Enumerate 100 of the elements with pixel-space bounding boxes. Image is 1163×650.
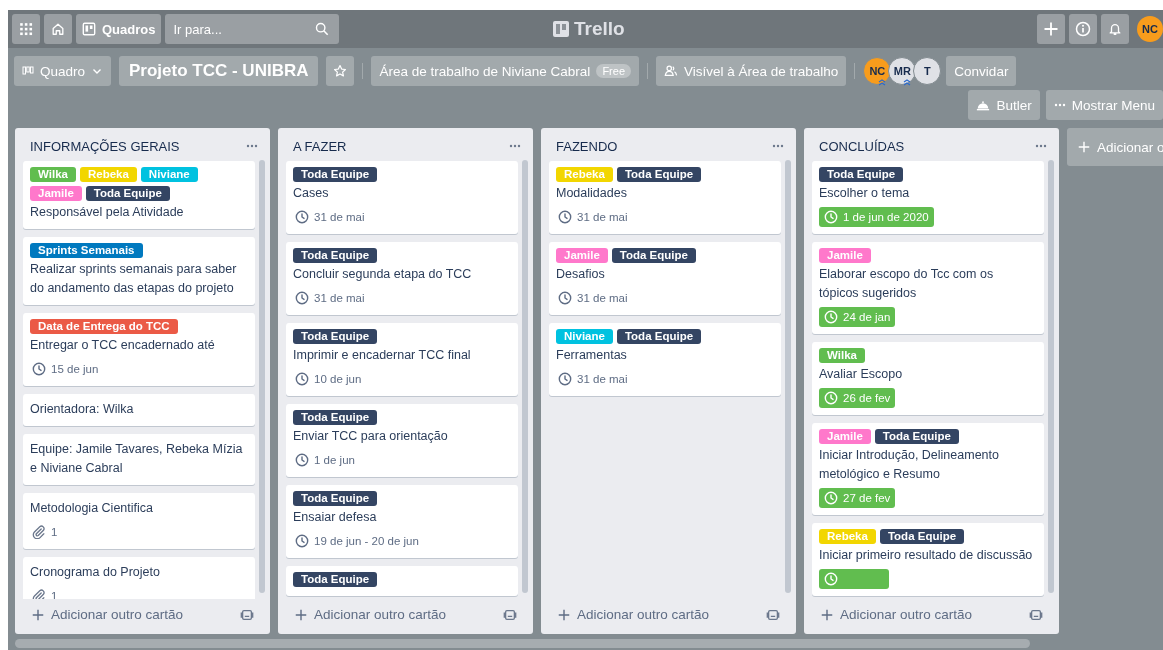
card[interactable]: Data de Entrega do TCC Entregar o TCC encadernado até 15 de jun <box>23 313 255 386</box>
create-button[interactable] <box>1037 14 1065 44</box>
add-card-button[interactable]: Adicionar outro cartão <box>555 605 712 624</box>
card-title: Cronograma do Projeto <box>30 564 161 581</box>
card[interactable]: Orientadora: Wilka <box>23 394 255 426</box>
card-label: Toda Equipe <box>293 167 378 182</box>
notifications-button[interactable] <box>1101 14 1129 44</box>
grid-icon <box>19 22 33 36</box>
apps-button[interactable] <box>12 14 40 44</box>
due-date-badge: 26 de fev <box>819 388 896 408</box>
card[interactable]: Jamile Toda Equipe Desafios 31 de mai <box>549 242 781 315</box>
card[interactable]: Rebeka Toda Equipe Iniciar primeiro resultado de discussão <box>812 523 1044 596</box>
member-avatar[interactable]: NC <box>863 57 892 85</box>
card-title: Iniciar Introdução, Delineamento metológico e Resumo <box>819 447 1000 483</box>
card-title: Escolher o tema <box>819 185 911 202</box>
logo-wordmark: Trello <box>574 18 625 40</box>
card-label: Wilka <box>30 167 76 182</box>
list-title[interactable]: INFORMAÇÕES GERAIS <box>30 138 180 154</box>
paperclip-icon <box>32 525 46 539</box>
clock-icon <box>824 310 838 324</box>
add-card-button[interactable]: Adicionar outro cartão <box>292 605 449 624</box>
plus-icon <box>1077 140 1091 154</box>
due-date: 31 de mai <box>556 207 630 227</box>
list-title[interactable]: A FAZER <box>293 138 347 154</box>
card-title: Ferramentas <box>556 347 628 364</box>
clock-icon <box>824 210 838 224</box>
card-label: Toda Equipe <box>293 491 378 506</box>
card-title: Orientadora: Wilka <box>30 401 135 418</box>
admin-chevron-icon <box>903 78 912 86</box>
clock-icon <box>32 362 46 376</box>
card-title: Modalidades <box>556 185 628 202</box>
plus-icon <box>31 607 45 622</box>
due-date: 10 de jun <box>293 369 364 389</box>
card-title: Desafios <box>556 266 606 283</box>
list-title[interactable]: FAZENDO <box>556 138 618 154</box>
card-title: Elaborar escopo do Tcc com os tópicos sugeridos <box>819 266 995 302</box>
card[interactable]: Wilka Avaliar Escopo 26 de fev <box>812 342 1044 415</box>
card-label: Toda Equipe <box>819 167 904 182</box>
info-icon <box>1075 21 1091 37</box>
clock-icon <box>824 391 838 405</box>
card[interactable]: Rebeka Toda Equipe Modalidades 31 de mai <box>549 161 781 234</box>
clock-icon <box>558 372 572 386</box>
card-title: Equipe: Jamile Tavares, Rebeka Mízia e Niviane Cabral <box>30 441 244 477</box>
card[interactable]: Wilka Rebeka Niviane Jamile Toda Equipe Responsável pela Atividade <box>23 161 255 229</box>
card[interactable]: Toda Equipe Imprimir e encadernar TCC final 10 de jun <box>286 323 518 396</box>
trello-logo[interactable]: Trello <box>553 18 625 40</box>
card[interactable]: Jamile Elaborar escopo do Tcc com os tópicos sugeridos 24 de jan <box>812 242 1044 334</box>
card-label: Niviane <box>556 329 613 344</box>
card[interactable]: Toda Equipe Escolher o tema 1 de jun de 2020 <box>812 161 1044 234</box>
card[interactable]: Jamile Toda Equipe Iniciar Introdução, Delineamento metológico e Resumo 27 de fev <box>812 423 1044 515</box>
home-button[interactable] <box>44 14 72 44</box>
due-date: 31 de mai <box>293 288 367 308</box>
card[interactable]: Niviane Toda Equipe Ferramentas 31 de mai <box>549 323 781 396</box>
card-label: Toda Equipe <box>879 529 965 544</box>
card[interactable]: Toda Equipe <box>286 566 518 596</box>
star-icon <box>333 64 348 78</box>
card[interactable]: Toda Equipe Enviar TCC para orientação 1 de jun <box>286 404 518 477</box>
add-card-button[interactable]: Adicionar outro cartão <box>818 605 975 624</box>
card-label: Jamile <box>819 248 871 263</box>
card-label: Rebeka <box>79 167 137 182</box>
card-label: Toda Equipe <box>874 429 959 444</box>
clock-icon <box>824 491 838 505</box>
scrollbar[interactable] <box>522 160 528 593</box>
card-label: Toda Equipe <box>616 167 702 182</box>
member-avatar[interactable]: T <box>913 57 942 85</box>
card[interactable]: Toda Equipe Cases 31 de mai <box>286 161 518 234</box>
due-date: 31 de mai <box>293 207 367 227</box>
card-label: Toda Equipe <box>293 329 378 344</box>
plus-icon <box>557 607 571 622</box>
card-label: Sprints Semanais <box>30 243 143 258</box>
card-label: Toda Equipe <box>293 248 378 263</box>
search-icon <box>315 22 330 36</box>
scrollbar[interactable] <box>785 160 791 593</box>
clock-icon <box>295 453 309 467</box>
list-title[interactable]: CONCLUÍDAS <box>819 138 905 154</box>
card-title: Avaliar Escopo <box>819 366 904 383</box>
scrollbar[interactable] <box>259 160 265 593</box>
card-label: Jamile <box>30 186 82 201</box>
card-label: Jamile <box>819 429 871 444</box>
info-button[interactable] <box>1069 14 1097 44</box>
card-label: Toda Equipe <box>293 572 378 587</box>
member-avatar[interactable]: MR <box>888 57 917 85</box>
star-button[interactable] <box>326 56 355 86</box>
horizontal-scrollbar[interactable] <box>15 639 1030 648</box>
user-avatar[interactable]: NC <box>1137 16 1163 42</box>
card[interactable]: Metodologia Cientifica 1 <box>23 493 255 549</box>
scrollbar[interactable] <box>1048 160 1054 593</box>
due-date: 15 de jun <box>30 359 101 379</box>
add-card-button[interactable]: Adicionar outro cartão <box>29 605 186 624</box>
card-label: Toda Equipe <box>616 329 702 344</box>
card-title: Realizar sprints semanais para saber do andamento das etapas do projeto <box>30 261 238 297</box>
clock-icon <box>295 372 309 386</box>
card[interactable]: Sprints Semanais Realizar sprints semanais para saber do andamento das etapas do projeto <box>23 237 255 305</box>
card-title: Iniciar primeiro resultado de discussão <box>819 547 1034 564</box>
card[interactable]: Toda Equipe Concluir segunda etapa do TCC 31 de mai <box>286 242 518 315</box>
clock-icon <box>295 210 309 224</box>
card[interactable]: Toda Equipe Ensaiar defesa 19 de jun - 20 de jun <box>286 485 518 558</box>
card-label: Niviane <box>140 167 198 182</box>
card[interactable]: Equipe: Jamile Tavares, Rebeka Mízia e Niviane Cabral <box>23 434 255 485</box>
home-icon <box>51 22 65 36</box>
